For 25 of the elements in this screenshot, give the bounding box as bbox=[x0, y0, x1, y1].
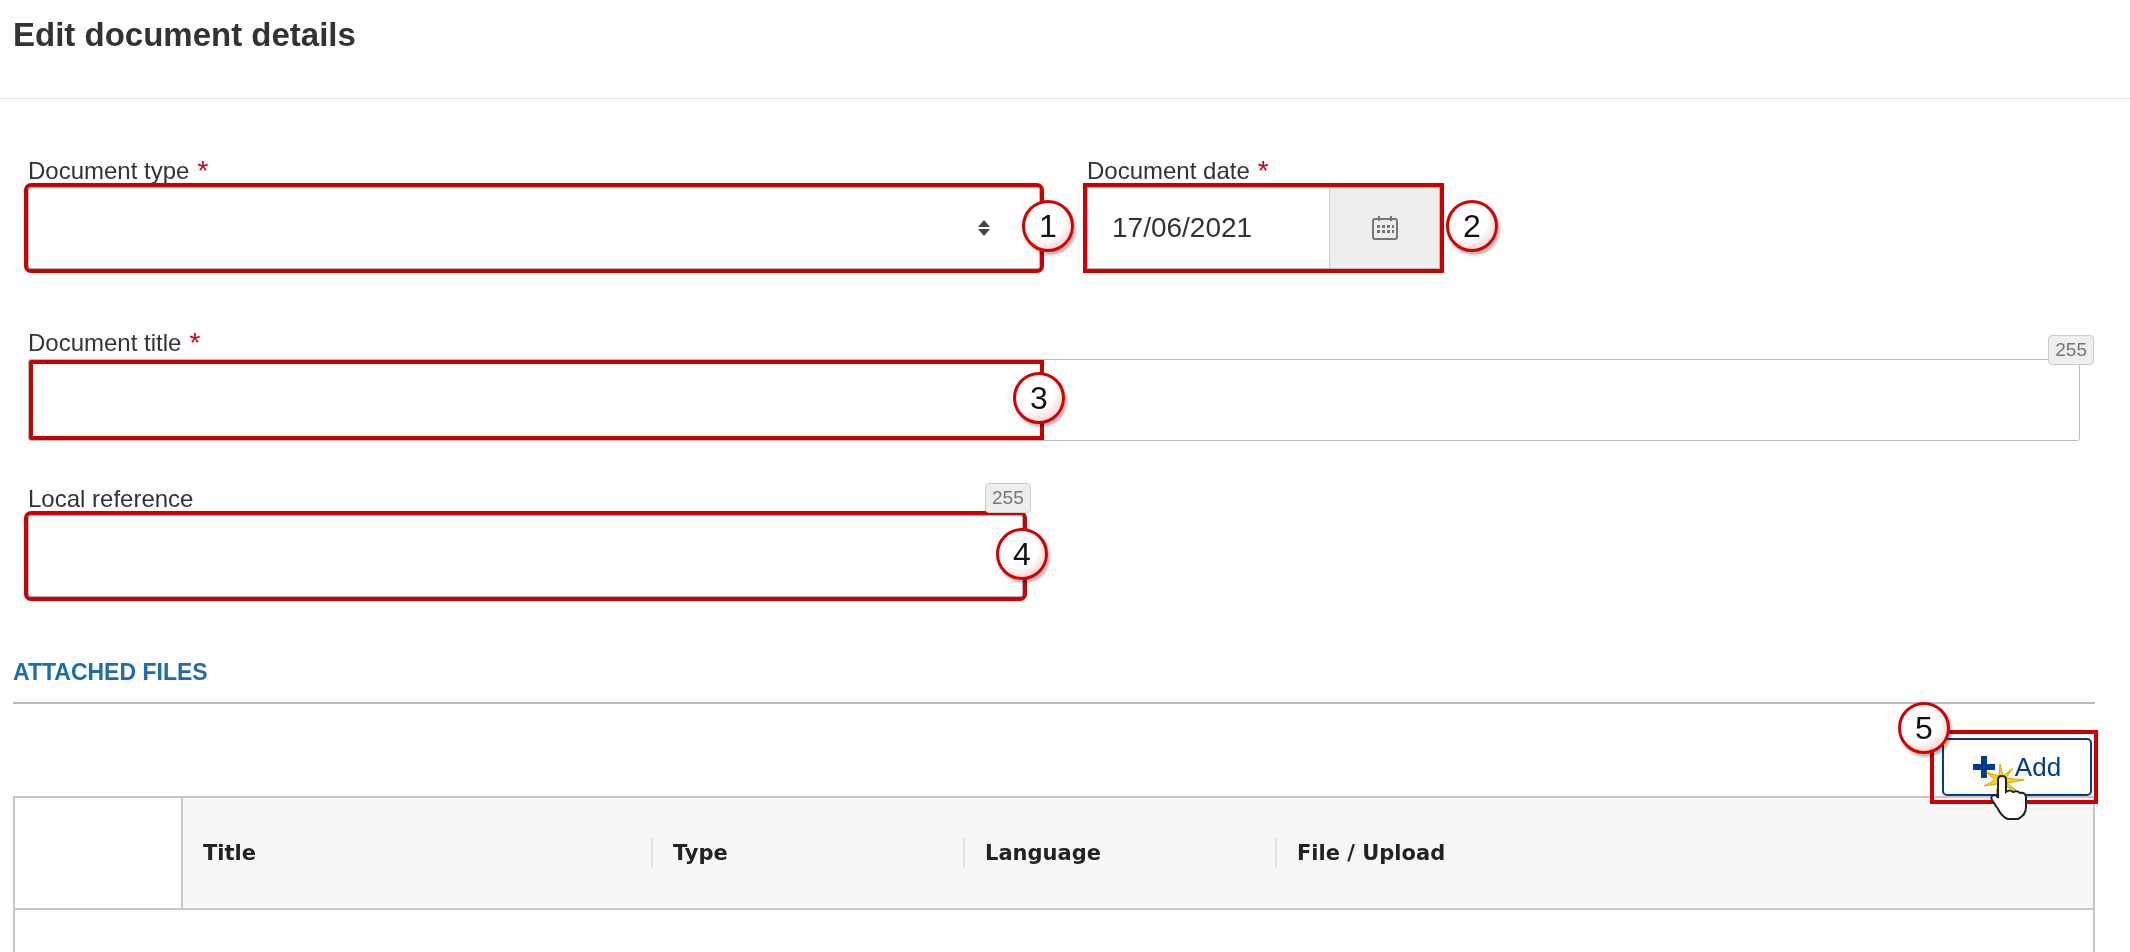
required-asterisk: * bbox=[197, 157, 209, 185]
field-label: Document date bbox=[1087, 157, 1250, 185]
text-field[interactable] bbox=[28, 359, 2080, 441]
calendar-button[interactable] bbox=[1329, 188, 1439, 268]
column-header: File / Upload bbox=[1297, 841, 1446, 865]
column-header: Title bbox=[203, 841, 256, 865]
page-title: Edit document details bbox=[13, 15, 356, 54]
field-label: Document type bbox=[28, 157, 190, 185]
add-button[interactable]: Add bbox=[1942, 738, 2092, 796]
field-label: Document title bbox=[28, 329, 182, 357]
plus-icon bbox=[1972, 756, 1995, 778]
sort-arrows-icon bbox=[977, 218, 991, 238]
character-counter: 255 bbox=[2048, 335, 2094, 365]
callout-number: 4 bbox=[996, 528, 1048, 580]
callout-number: 5 bbox=[1898, 702, 1950, 754]
column-header: Language bbox=[985, 841, 1101, 865]
required-asterisk: * bbox=[1257, 157, 1269, 185]
callout-number: 2 bbox=[1446, 200, 1498, 252]
required-asterisk: * bbox=[189, 329, 201, 357]
field-label: Local reference bbox=[28, 485, 194, 513]
calendar-icon bbox=[1371, 216, 1398, 240]
section-heading: ATTACHED FILES bbox=[13, 659, 208, 686]
character-counter: 255 bbox=[985, 483, 1031, 513]
column-header: Type bbox=[673, 841, 728, 865]
callout-number: 1 bbox=[1022, 200, 1074, 252]
